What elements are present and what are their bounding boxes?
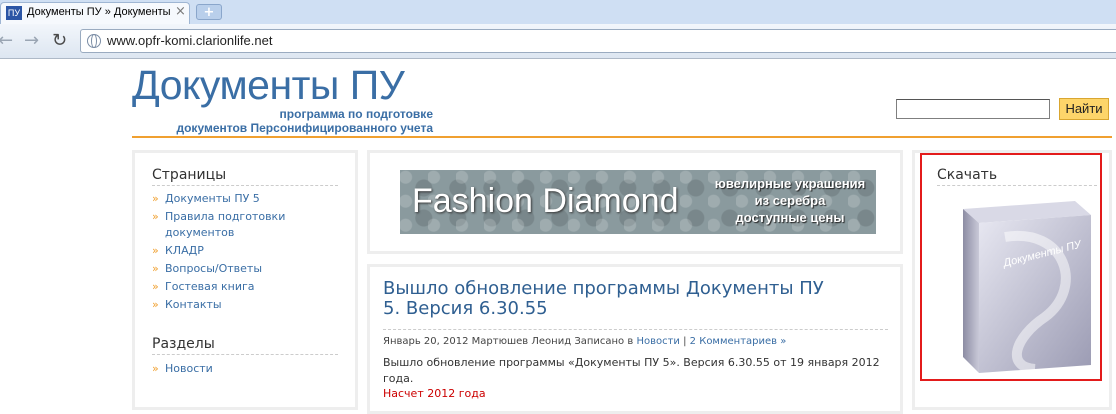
ad-banner[interactable]: Fashion Diamond ювелирные украшения из с…	[400, 170, 876, 234]
globe-icon	[87, 34, 101, 48]
ad-panel: Fashion Diamond ювелирные украшения из с…	[367, 150, 903, 254]
sections-widget-title: Разделы	[152, 336, 338, 355]
ad-tagline: ювелирные украшения из серебра доступные…	[705, 175, 875, 226]
new-tab-button[interactable]: +	[196, 4, 222, 20]
pages-widget-title: Страницы	[152, 167, 338, 186]
post-title[interactable]: Вышло обновление программы Документы ПУ …	[383, 279, 843, 319]
ad-tagline-line2: из серебра	[754, 193, 826, 208]
post-red-link[interactable]: Насчет 2012 года	[383, 387, 486, 400]
header-divider	[132, 136, 1112, 138]
site-description: программа по подготовке документов Персо…	[176, 107, 433, 135]
sidebar-item-rules[interactable]: Правила подготовки документов	[152, 209, 325, 241]
browser-toolbar: ← → ↻ www.opfr-komi.clarionlife.net	[0, 24, 1116, 59]
address-bar[interactable]: www.opfr-komi.clarionlife.net	[80, 29, 1116, 53]
sections-list: Новости	[152, 361, 325, 379]
back-arrow-icon[interactable]: ←	[0, 31, 13, 51]
site-title[interactable]: Документы ПУ	[132, 62, 405, 109]
left-sidebar: Страницы Документы ПУ 5 Правила подготов…	[132, 150, 358, 410]
post-date: Январь 20, 2012	[383, 336, 469, 347]
post-panel: Вышло обновление программы Документы ПУ …	[367, 264, 903, 414]
post-body: Вышло обновление программы «Документы ПУ…	[383, 356, 880, 385]
pages-list: Документы ПУ 5 Правила подготовки докуме…	[152, 191, 325, 315]
site-description-line1: программа по подготовке	[279, 107, 433, 121]
download-highlight-box	[920, 153, 1102, 381]
site-description-line2: документов Персонифицированного учета	[176, 121, 433, 135]
sidebar-item-kladr[interactable]: КЛАДР	[152, 243, 325, 259]
browser-tab[interactable]: ПУ Документы ПУ » Документы ×	[0, 2, 190, 24]
post-category-link[interactable]: Новости	[636, 336, 679, 347]
post-author: Мартюшев Леонид	[471, 336, 572, 347]
tab-title: Документы ПУ » Документы	[27, 6, 171, 18]
ad-tagline-line1: ювелирные украшения	[714, 176, 866, 191]
ad-title: Fashion Diamond	[412, 182, 679, 220]
search-input[interactable]	[896, 99, 1050, 119]
post-meta-separator: |	[683, 336, 687, 347]
sidebar-item-guestbook[interactable]: Гостевая книга	[152, 279, 325, 295]
post-filed-in: Записано в	[574, 336, 634, 347]
forward-arrow-icon[interactable]: →	[24, 31, 39, 51]
reload-icon[interactable]: ↻	[52, 31, 67, 51]
search-button[interactable]: Найти	[1059, 98, 1109, 120]
tab-strip: ПУ Документы ПУ » Документы × +	[0, 0, 1116, 24]
sidebar-item-contacts[interactable]: Контакты	[152, 297, 325, 313]
ad-tagline-line3: доступные цены	[735, 210, 845, 225]
url-text[interactable]: www.opfr-komi.clarionlife.net	[107, 33, 272, 48]
post-comments-link[interactable]: 2 Комментариев »	[690, 336, 787, 347]
sidebar-item-news[interactable]: Новости	[152, 361, 325, 377]
close-tab-icon[interactable]: ×	[175, 5, 186, 19]
site-favicon-icon: ПУ	[6, 6, 22, 20]
sidebar-item-faq[interactable]: Вопросы/Ответы	[152, 261, 325, 277]
post-meta: Январь 20, 2012 Мартюшев Леонид Записано…	[383, 329, 888, 347]
sidebar-item-documents-pu5[interactable]: Документы ПУ 5	[152, 191, 325, 207]
